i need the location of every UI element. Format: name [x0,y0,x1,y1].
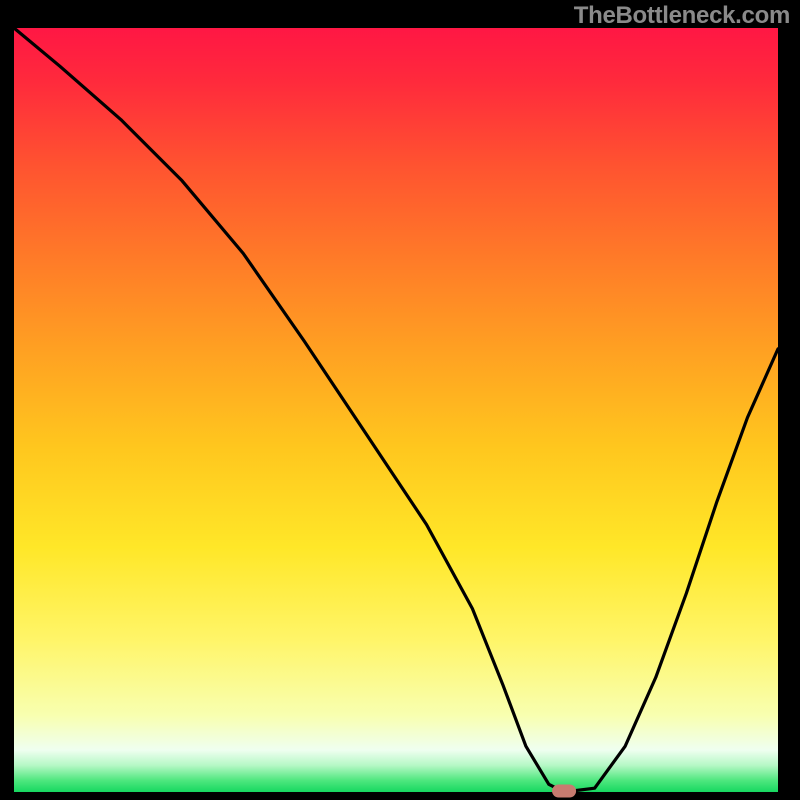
chart-background [14,28,778,792]
chart-svg [0,0,800,800]
bottleneck-chart: TheBottleneck.com [0,0,800,800]
watermark-label: TheBottleneck.com [574,2,790,30]
optimum-marker [552,785,576,798]
